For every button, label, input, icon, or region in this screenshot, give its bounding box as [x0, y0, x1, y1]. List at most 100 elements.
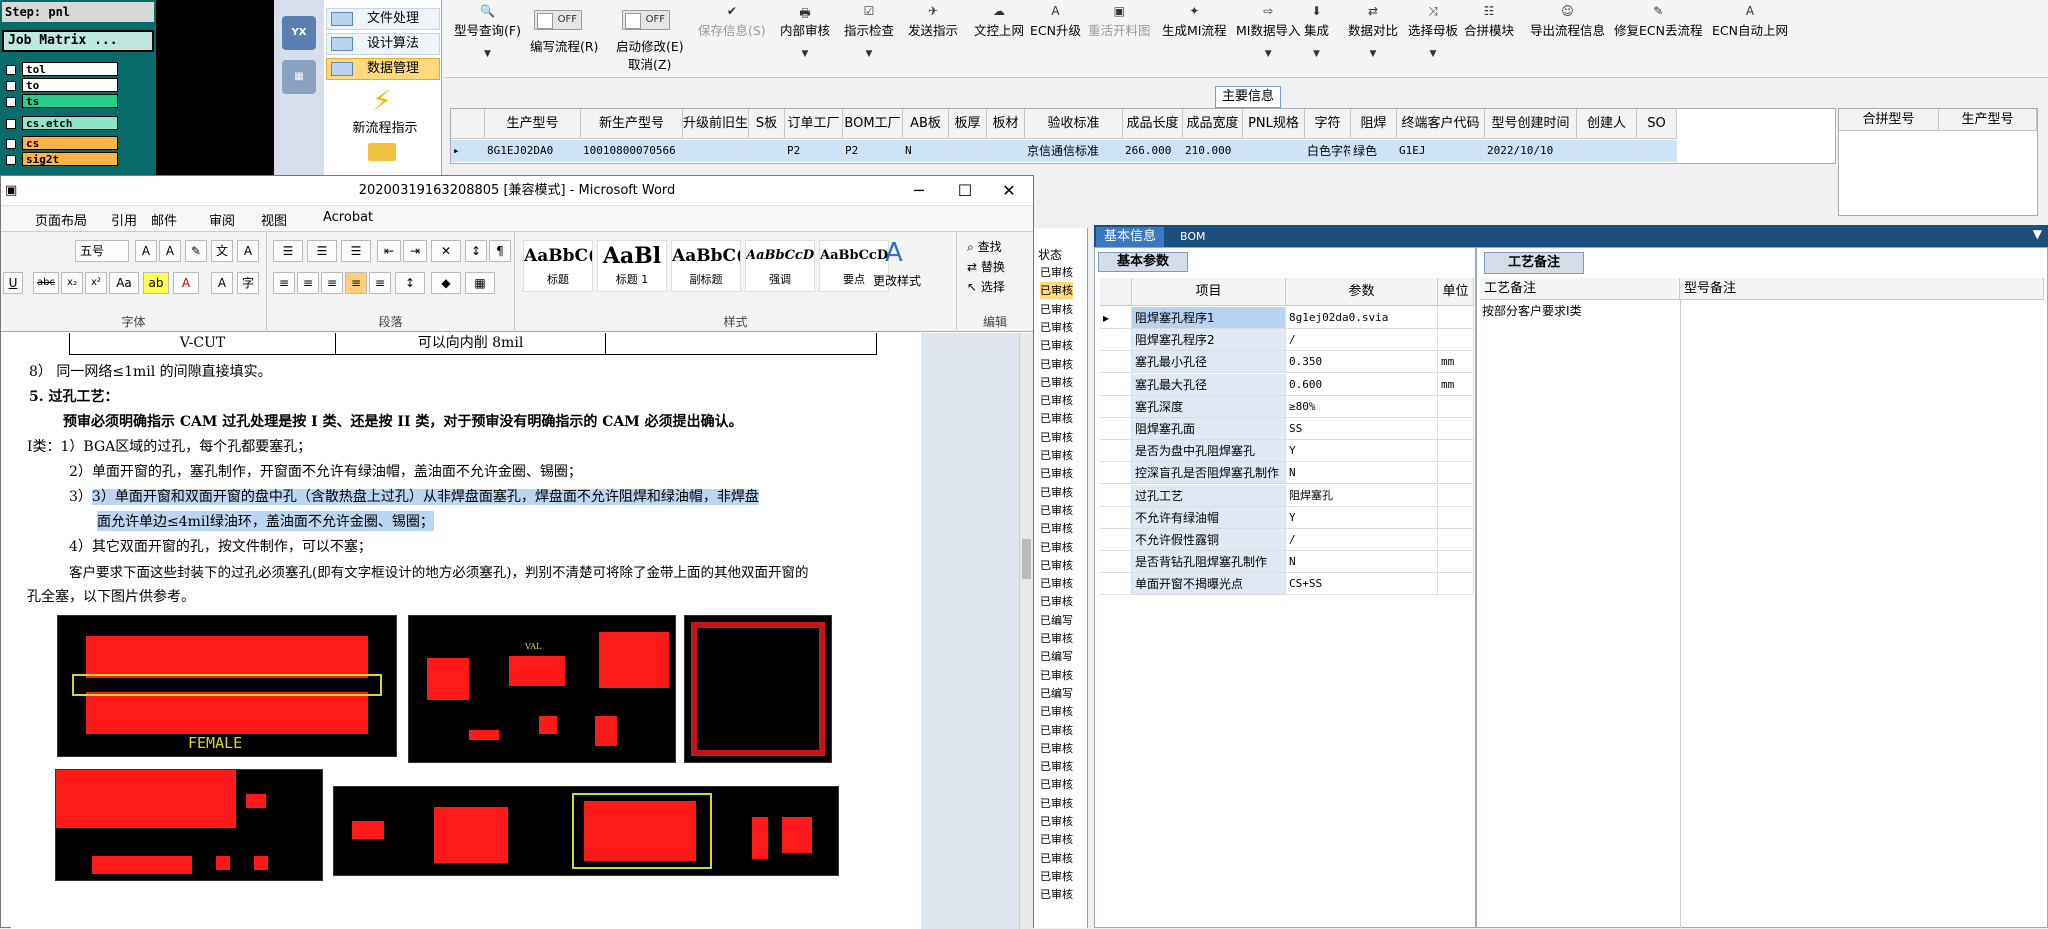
param-cell[interactable] — [1438, 462, 1474, 485]
row-indicator-icon[interactable] — [1100, 484, 1132, 507]
column-header[interactable]: 板材 — [987, 109, 1025, 139]
status-item[interactable]: 已审核 — [1040, 319, 1073, 336]
param-cell[interactable] — [1438, 573, 1474, 596]
status-item[interactable]: 已审核 — [1040, 410, 1073, 427]
status-item[interactable]: 已审核 — [1040, 447, 1073, 464]
status-item[interactable]: 已审核 — [1040, 593, 1073, 610]
font-color-icon[interactable]: A — [173, 272, 199, 294]
style-item[interactable]: AaBbC(副标题 — [671, 240, 741, 292]
column-header[interactable]: 阻焊 — [1351, 109, 1397, 139]
toolbar-button[interactable]: ⇄ 数据对比 ▼ — [1348, 4, 1398, 59]
status-item[interactable]: 已审核 — [1040, 813, 1073, 830]
column-header[interactable]: 板厚 — [949, 109, 987, 139]
grid-cell[interactable]: 绿色 — [1351, 140, 1397, 162]
status-item[interactable]: 已审核 — [1040, 795, 1073, 812]
param-cell[interactable]: Y — [1286, 506, 1438, 529]
ribbon-tab[interactable]: Acrobat — [323, 210, 373, 225]
row-indicator-icon[interactable] — [1100, 573, 1132, 596]
column-header[interactable]: 字符 — [1305, 109, 1351, 139]
cancel-button[interactable]: 取消(Z) — [628, 54, 671, 73]
phonetic-icon[interactable]: 文 — [211, 240, 233, 262]
status-item[interactable]: 已审核 — [1040, 374, 1073, 391]
toolbar-button[interactable]: A ECN自动上网 — [1712, 4, 1788, 49]
param-cell[interactable] — [1438, 418, 1474, 440]
param-cell[interactable]: N — [1286, 462, 1438, 485]
row-indicator-icon[interactable] — [1100, 351, 1132, 374]
toolbar-button[interactable]: ✔ 保存信息(S) — [698, 4, 766, 49]
param-cell[interactable]: mm — [1438, 373, 1474, 396]
replace-button[interactable]: ⇄ 替换 — [967, 258, 1005, 275]
model-note-header[interactable]: 型号备注 — [1680, 278, 2044, 300]
param-cell[interactable]: 不允许有绿油帽 — [1132, 506, 1286, 529]
distributed-icon[interactable]: ≡ — [369, 272, 391, 294]
column-header[interactable]: 创建人 — [1577, 109, 1637, 139]
grid-cell[interactable]: 2022/10/10 — [1485, 140, 1577, 162]
column-header[interactable]: PNL规格 — [1243, 109, 1305, 139]
folder-icon[interactable] — [368, 143, 396, 161]
status-item[interactable]: 已审核 — [1040, 722, 1073, 739]
param-cell[interactable]: 阻焊塞孔面 — [1132, 418, 1286, 440]
ribbon-tab[interactable]: 审阅 — [209, 210, 235, 229]
enclosed-char-icon[interactable]: 字 — [237, 272, 259, 294]
status-item[interactable]: 已审核 — [1040, 758, 1073, 775]
change-styles-icon[interactable]: A — [885, 238, 903, 268]
grid-cell[interactable] — [1243, 140, 1305, 162]
toolbar-button[interactable]: ☁ 文控上网 — [974, 4, 1024, 49]
grid-cell[interactable] — [1637, 140, 1677, 162]
param-cell[interactable]: 不允许假性露铜 — [1132, 529, 1286, 551]
minimize-icon[interactable]: ─ — [897, 176, 941, 206]
column-header[interactable]: SO — [1637, 109, 1677, 139]
status-item[interactable]: 已审核 — [1040, 776, 1073, 793]
tab-bom[interactable]: BOM — [1172, 227, 1214, 247]
menu-item-data[interactable]: 数据管理 — [326, 58, 440, 80]
grid-cell[interactable]: 京信通信标准 — [1025, 140, 1123, 162]
grid-cell[interactable]: 10010800070566 — [581, 140, 683, 162]
status-item[interactable]: 已审核 — [1040, 539, 1073, 556]
column-header[interactable]: 新生产型号 — [581, 109, 683, 139]
status-item[interactable]: 已审核 — [1040, 301, 1073, 318]
param-column-header[interactable]: 单位 — [1438, 278, 1474, 306]
column-header[interactable]: 生产型号 — [485, 109, 581, 139]
grid-cell[interactable]: N — [903, 140, 949, 162]
param-cell[interactable] — [1438, 395, 1474, 418]
toolbar-button[interactable]: ☺ 导出流程信息 — [1530, 4, 1605, 49]
param-cell[interactable] — [1438, 440, 1474, 463]
shading-icon[interactable]: ◆ — [431, 272, 461, 294]
tab-basic-params[interactable]: 基本参数 — [1098, 252, 1188, 272]
grid-cell[interactable]: G1EJ — [1397, 140, 1485, 162]
param-cell[interactable]: 控深盲孔是否阻焊塞孔制作 — [1132, 462, 1286, 485]
param-column-header[interactable]: 参数 — [1286, 278, 1438, 306]
param-cell[interactable] — [1438, 307, 1474, 329]
justify-icon[interactable]: ≡ — [345, 272, 367, 294]
param-cell[interactable]: 过孔工艺 — [1132, 484, 1286, 507]
change-styles-button[interactable]: 更改样式 — [873, 272, 921, 289]
row-indicator-icon[interactable] — [1100, 551, 1132, 574]
status-item[interactable]: 已审核 — [1040, 630, 1073, 647]
param-cell[interactable]: Y — [1286, 440, 1438, 463]
row-indicator-icon[interactable] — [1100, 418, 1132, 440]
row-indicator-icon[interactable] — [1100, 529, 1132, 551]
grid-cell[interactable] — [683, 140, 749, 162]
status-item[interactable]: 已编写 — [1040, 685, 1073, 702]
word-scrollbar[interactable] — [1019, 333, 1033, 929]
checkbox[interactable] — [6, 81, 16, 91]
row-indicator-icon[interactable]: ▸ — [1100, 307, 1132, 329]
param-cell[interactable]: 0.600 — [1286, 373, 1438, 396]
select-button[interactable]: ↖ 选择 — [967, 278, 1005, 295]
sort-icon[interactable]: ↕ — [465, 240, 487, 262]
toolbar-button[interactable]: 🖶 内部审核 ▼ — [780, 4, 830, 59]
param-cell[interactable]: / — [1286, 329, 1438, 352]
status-item[interactable]: 已编写 — [1040, 612, 1073, 629]
bullets-icon[interactable]: ☰ — [273, 240, 303, 262]
column-header[interactable]: AB板 — [903, 109, 949, 139]
row-indicator-icon[interactable] — [1100, 440, 1132, 463]
multilevel-list-icon[interactable]: ☰ — [341, 240, 371, 262]
highlight-icon[interactable]: ab — [143, 272, 169, 294]
status-item[interactable]: 已审核 — [1040, 429, 1073, 446]
param-cell[interactable] — [1438, 506, 1474, 529]
layer-row[interactable]: tol — [6, 62, 126, 77]
column-header[interactable]: BOM工厂 — [843, 109, 903, 139]
find-button[interactable]: ⌕ 查找 — [967, 238, 1002, 255]
ribbon-tab[interactable]: 页面布局 — [35, 210, 87, 229]
toolbar-button[interactable]: ☷ 合拼模块 — [1464, 4, 1514, 49]
